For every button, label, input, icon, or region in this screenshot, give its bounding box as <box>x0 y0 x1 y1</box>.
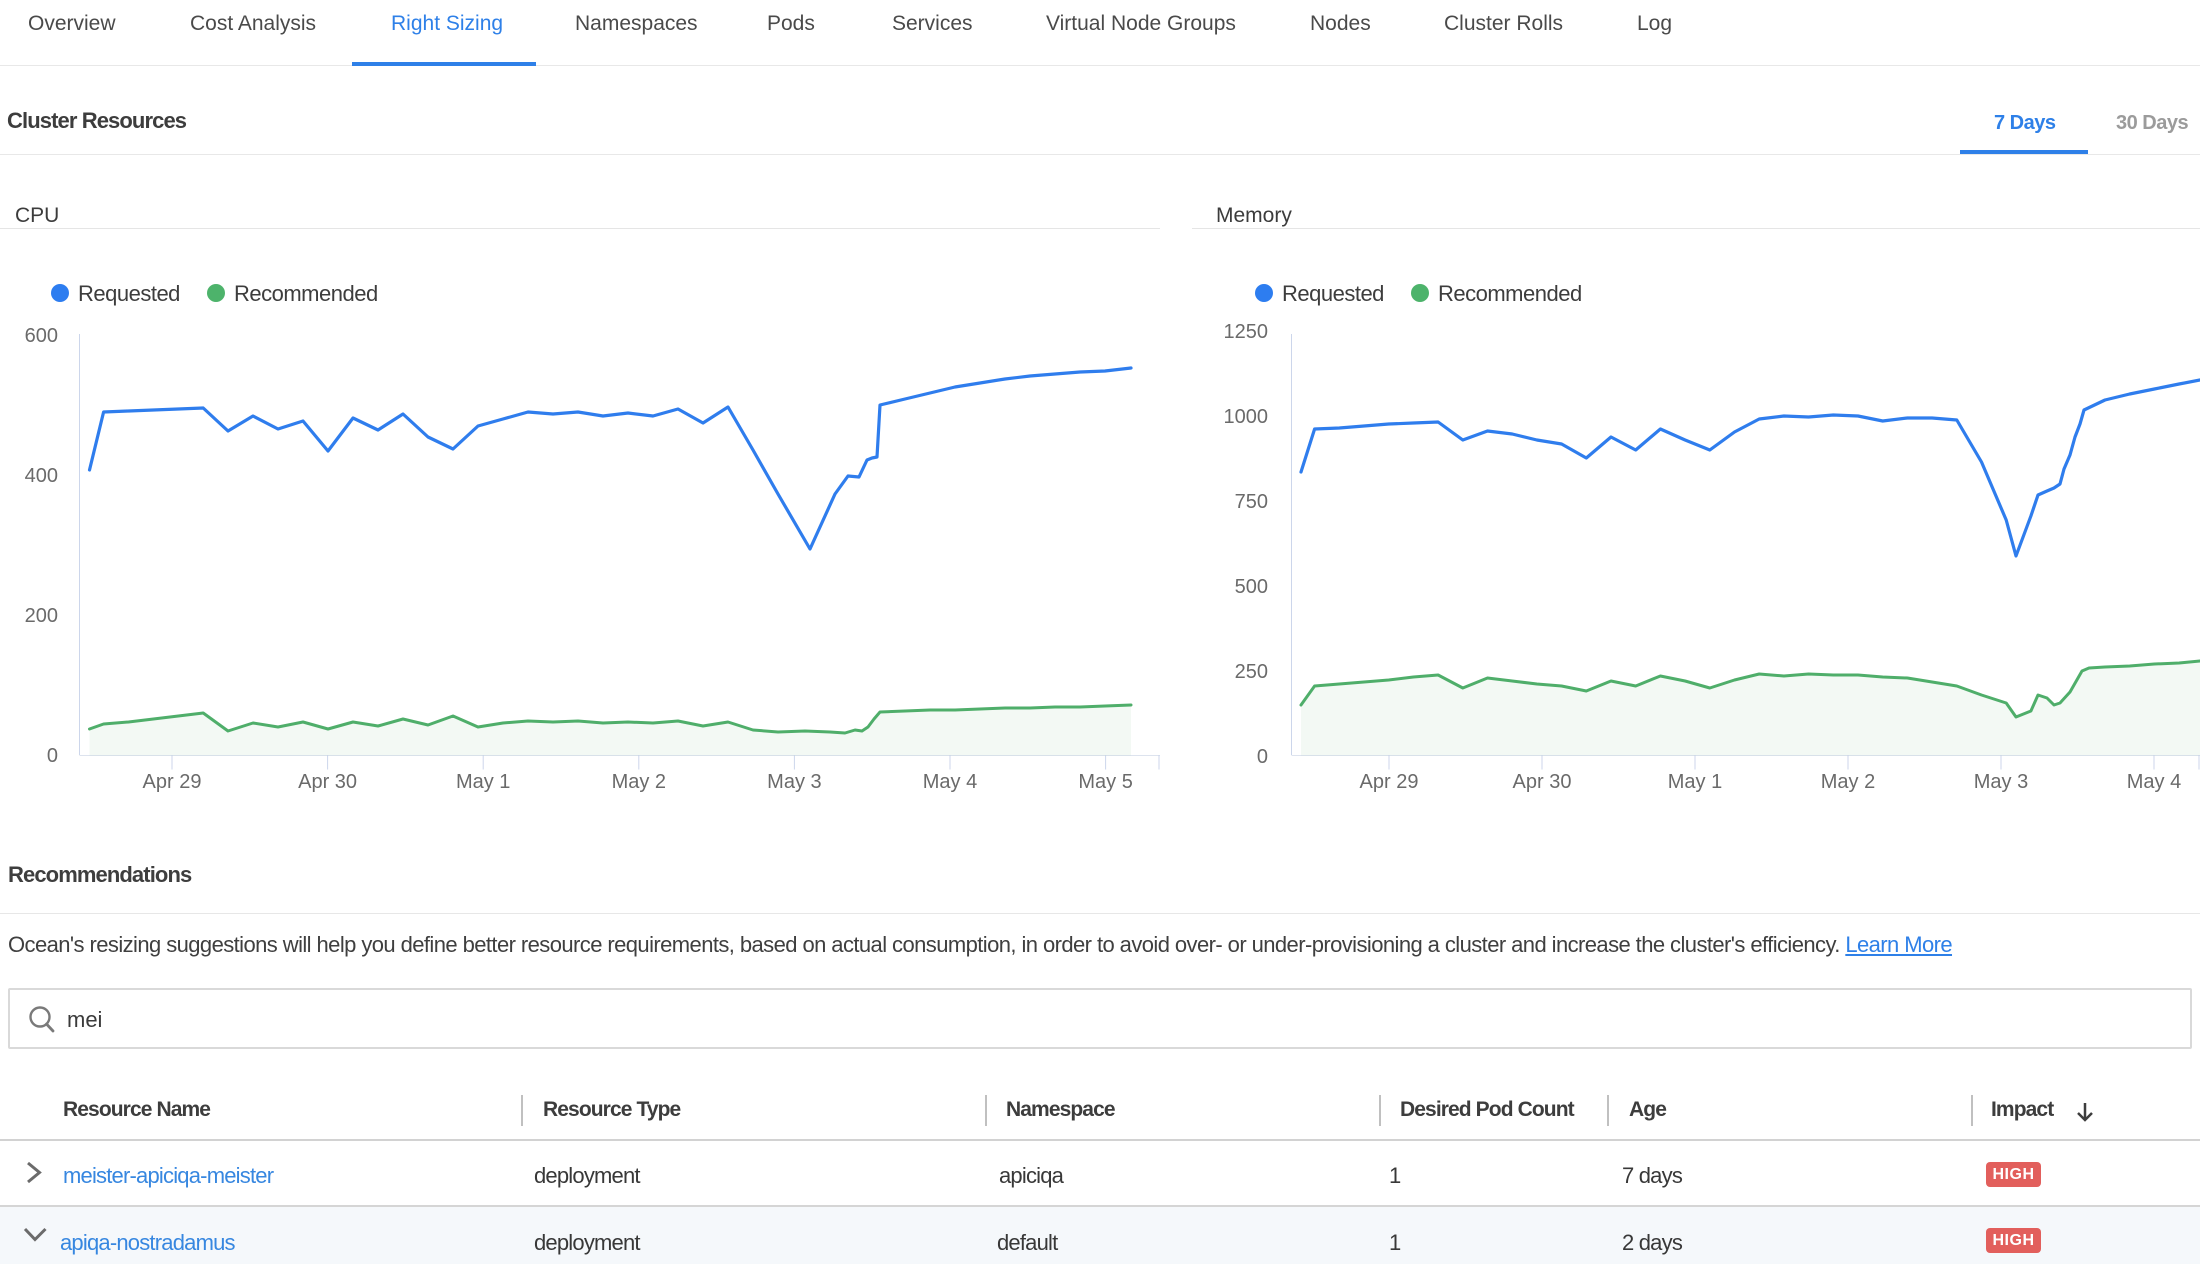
svg-text:Apr 30: Apr 30 <box>1513 771 1572 793</box>
svg-text:0: 0 <box>47 745 58 767</box>
svg-text:500: 500 <box>1235 576 1268 598</box>
svg-text:400: 400 <box>25 465 58 487</box>
svg-text:Apr 30: Apr 30 <box>298 771 357 793</box>
svg-text:250: 250 <box>1235 661 1268 683</box>
svg-text:May 1: May 1 <box>456 771 510 793</box>
svg-text:750: 750 <box>1235 491 1268 513</box>
svg-text:May 1: May 1 <box>1668 771 1722 793</box>
svg-text:May 4: May 4 <box>2127 771 2181 793</box>
svg-text:Apr 29: Apr 29 <box>1360 771 1419 793</box>
svg-text:May 2: May 2 <box>1821 771 1875 793</box>
svg-text:May 2: May 2 <box>612 771 666 793</box>
svg-text:May 5: May 5 <box>1078 771 1132 793</box>
svg-text:600: 600 <box>25 325 58 347</box>
svg-text:200: 200 <box>25 605 58 627</box>
svg-text:1250: 1250 <box>1224 321 1269 343</box>
svg-text:May 3: May 3 <box>767 771 821 793</box>
svg-text:May 3: May 3 <box>1974 771 2028 793</box>
svg-text:May 4: May 4 <box>923 771 977 793</box>
svg-text:Apr 29: Apr 29 <box>143 771 202 793</box>
svg-text:0: 0 <box>1257 746 1268 768</box>
svg-text:1000: 1000 <box>1224 406 1269 428</box>
